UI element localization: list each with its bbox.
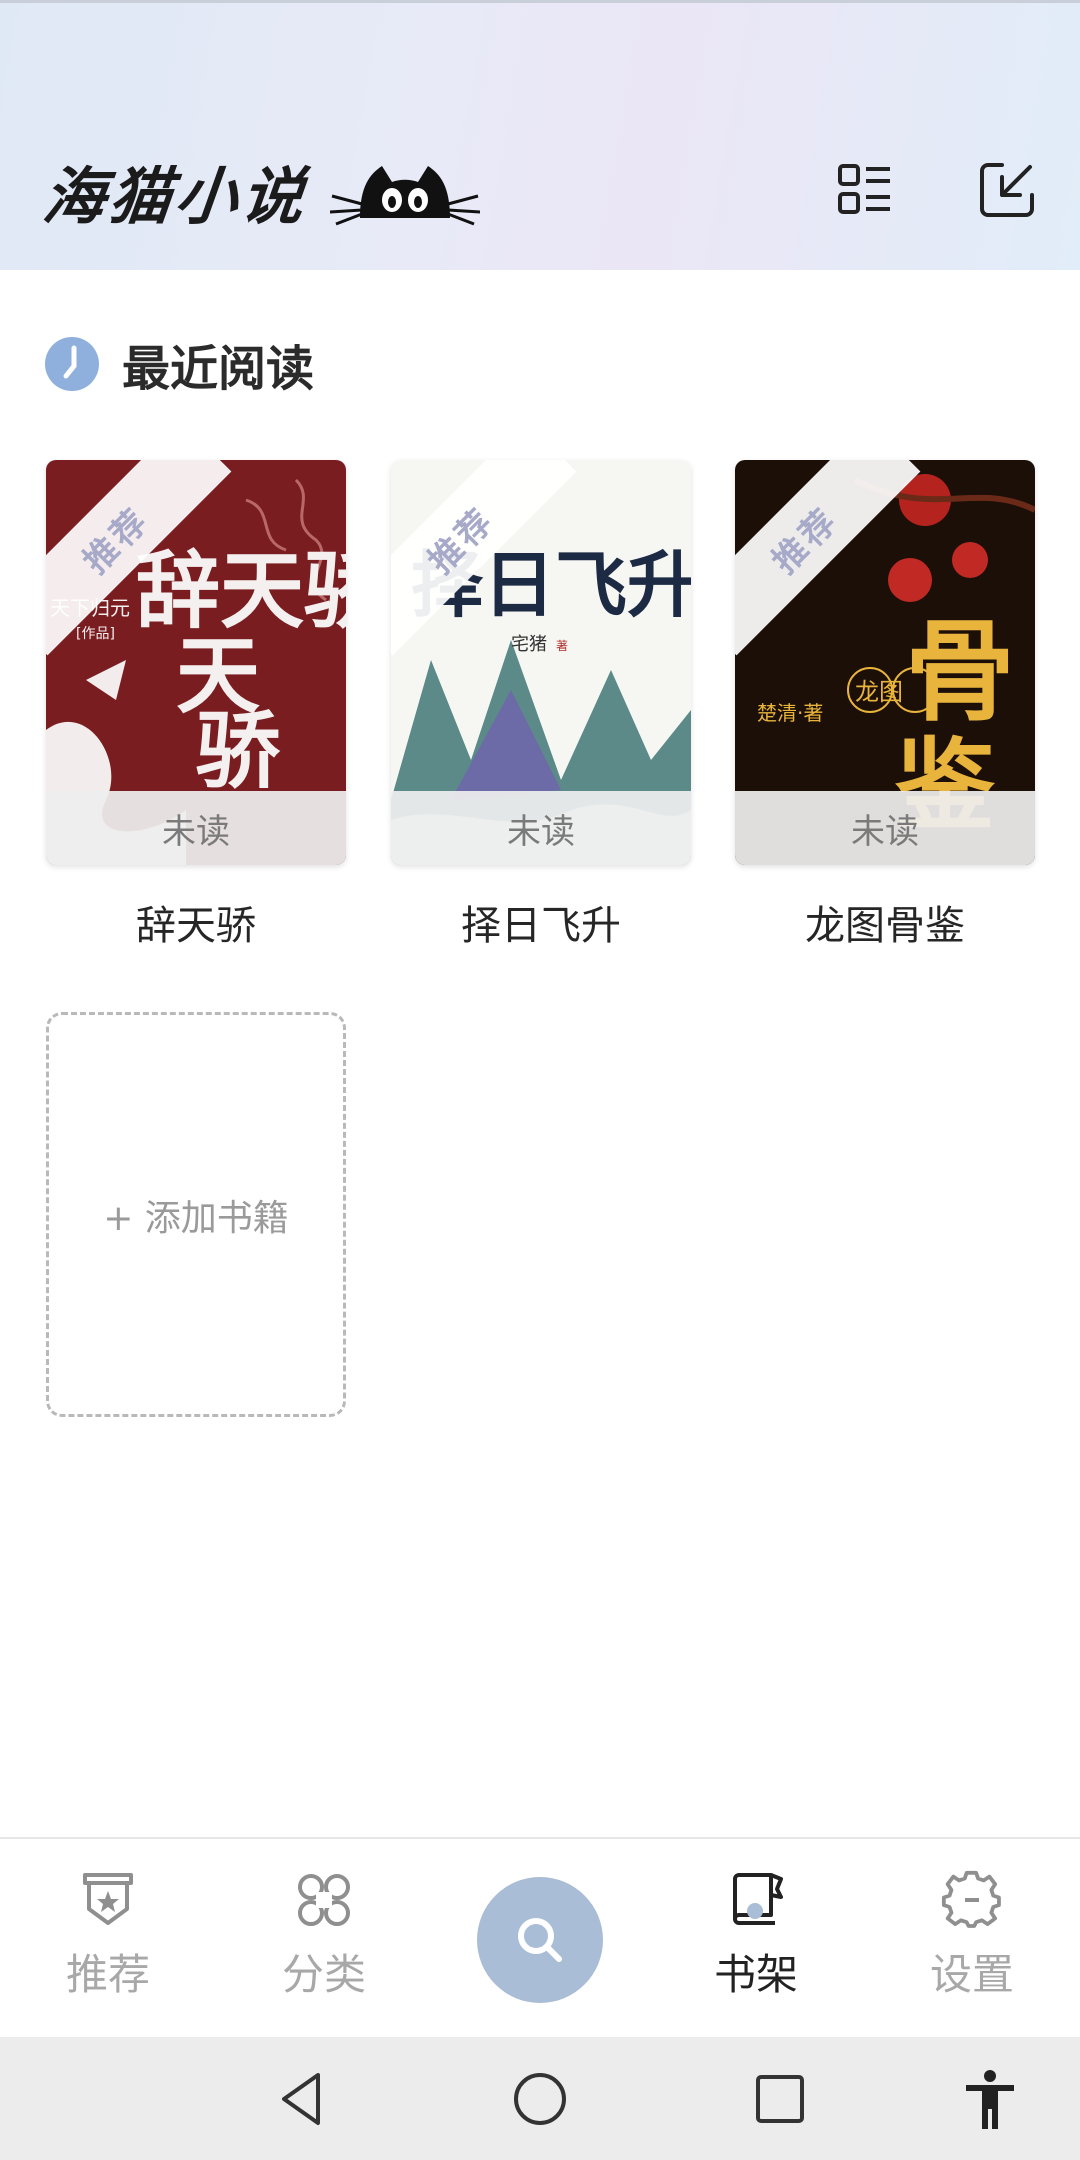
nav-label: 设置 bbox=[929, 1950, 1014, 1999]
book-title[interactable]: 龙图骨鉴 bbox=[735, 893, 1035, 951]
list-view-button[interactable] bbox=[830, 155, 900, 225]
svg-text:[作品]: [作品] bbox=[76, 626, 115, 642]
read-status: 未读 bbox=[391, 791, 691, 865]
book-title[interactable]: 择日飞升 bbox=[391, 893, 691, 951]
nav-label: 分类 bbox=[281, 1950, 366, 1999]
recent-reading-header: 最近阅读 bbox=[44, 332, 315, 397]
svg-text:龙图: 龙图 bbox=[855, 678, 903, 706]
logo-text: 海猫小说 bbox=[39, 160, 312, 233]
book-cover[interactable]: 择日飞升 宅猪 著 推荐 未读 bbox=[391, 460, 691, 865]
book-cover[interactable]: 骨 鉴 龙图 楚清·著 推荐 未读 bbox=[735, 460, 1035, 865]
nav-item-recommend[interactable]: 推荐 bbox=[28, 1869, 188, 2009]
book-cover[interactable]: 辞天骄 天 骄 天下归元 [作品] 推荐 未读 bbox=[46, 460, 346, 865]
search-icon bbox=[518, 1918, 562, 1962]
system-nav-bar bbox=[0, 2037, 1080, 2160]
category-grid-icon bbox=[298, 1874, 350, 1926]
import-button[interactable] bbox=[972, 155, 1042, 225]
nav-label: 推荐 bbox=[65, 1950, 150, 1999]
accessibility-icon[interactable] bbox=[958, 2067, 1022, 2131]
svg-text:楚清·著: 楚清·著 bbox=[757, 701, 823, 725]
read-status: 未读 bbox=[46, 791, 346, 865]
add-book-label: + 添加书籍 bbox=[103, 1197, 289, 1239]
svg-text:骨: 骨 bbox=[905, 607, 1015, 736]
add-book-button[interactable]: + 添加书籍 bbox=[46, 1012, 346, 1417]
recommend-badge-icon bbox=[83, 1873, 133, 1925]
home-circle-icon[interactable] bbox=[508, 2067, 572, 2131]
back-triangle-icon[interactable] bbox=[270, 2067, 334, 2131]
nav-item-bookshelf[interactable]: 书架 bbox=[676, 1869, 836, 2009]
cat-logo-icon bbox=[330, 166, 481, 226]
bottom-nav: 推荐 分类 书架 设置 bbox=[0, 1837, 1080, 2037]
nav-label: 书架 bbox=[713, 1950, 798, 1999]
nav-item-settings[interactable]: 设置 bbox=[892, 1869, 1052, 2009]
bookshelf-icon bbox=[733, 1873, 783, 1925]
book-card[interactable]: 择日飞升 宅猪 著 推荐 未读 择日飞升 bbox=[391, 460, 691, 951]
book-card[interactable]: 辞天骄 天 骄 天下归元 [作品] 推荐 未读 辞天骄 bbox=[46, 460, 346, 951]
nav-item-category[interactable]: 分类 bbox=[244, 1869, 404, 2009]
search-button[interactable] bbox=[477, 1877, 603, 2003]
svg-text:骄: 骄 bbox=[196, 701, 281, 800]
app-logo: 海猫小说 bbox=[40, 151, 481, 233]
arrow-down-left-box-icon bbox=[980, 163, 1034, 217]
section-title: 最近阅读 bbox=[122, 341, 315, 397]
svg-text:著: 著 bbox=[556, 639, 568, 653]
clock-icon bbox=[45, 337, 99, 391]
book-card[interactable]: 骨 鉴 龙图 楚清·著 推荐 未读 龙图骨鉴 bbox=[735, 460, 1035, 951]
book-title[interactable]: 辞天骄 bbox=[46, 893, 346, 951]
svg-text:宅猪: 宅猪 bbox=[511, 634, 547, 655]
list-layout-icon bbox=[838, 164, 890, 214]
recents-square-icon[interactable] bbox=[748, 2067, 812, 2131]
read-status: 未读 bbox=[735, 791, 1035, 865]
settings-gear-icon bbox=[941, 1870, 1001, 1928]
app-header: 海猫小说 bbox=[0, 0, 1080, 270]
